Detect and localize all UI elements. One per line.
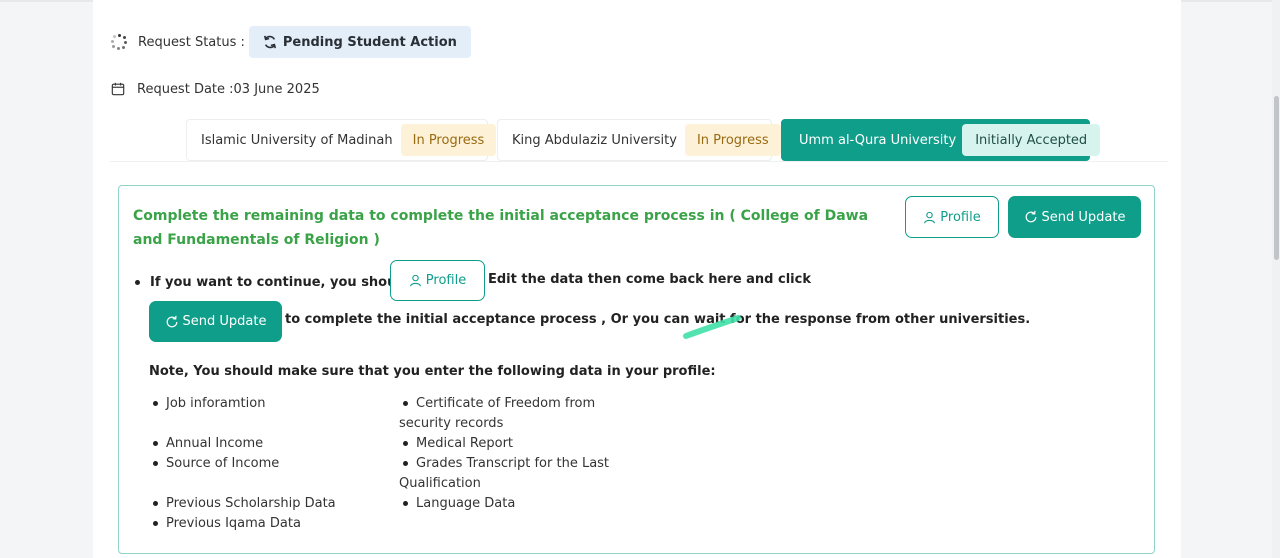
- scrollbar-track[interactable]: [1272, 0, 1280, 558]
- university-tab-king-abdulaziz[interactable]: King Abdulaziz University In Progress: [497, 119, 781, 161]
- required-item: Annual Income: [153, 434, 263, 454]
- loading-spinner-icon: [111, 34, 127, 50]
- acceptance-panel: Complete the remaining data to complete …: [118, 185, 1155, 554]
- required-item: Certificate of Freedom from security rec…: [399, 396, 596, 431]
- user-icon: [409, 274, 421, 287]
- send-update-button-label: Send Update: [1041, 209, 1126, 225]
- inline-profile-button[interactable]: Profile: [390, 260, 485, 301]
- status-badge: In Progress: [684, 124, 781, 156]
- required-item: Previous Scholarship Data: [153, 494, 336, 514]
- instruction-text-part2: Edit the data then come back here and cl…: [488, 272, 811, 287]
- user-icon: [924, 211, 936, 223]
- panel-title: Complete the remaining data to complete …: [133, 208, 869, 248]
- required-item: Language Data: [399, 494, 515, 514]
- required-item: Medical Report: [399, 434, 513, 454]
- inline-send-update-button-label: Send Update: [182, 314, 267, 329]
- university-name: Umm al-Qura University: [799, 132, 957, 148]
- refresh-icon: [1025, 210, 1036, 223]
- status-badge: Pending Student Action: [248, 26, 471, 58]
- tabs-divider: [110, 161, 1168, 162]
- request-status-label: Request Status :: [138, 34, 245, 50]
- highlight-mark: [683, 315, 741, 339]
- refresh-icon: [263, 35, 276, 49]
- scrollbar-thumb[interactable]: [1274, 96, 1279, 260]
- required-item: Grades Transcript for the Last Qualifica…: [399, 456, 610, 491]
- university-tab-madinah[interactable]: Islamic University of Madinah In Progres…: [186, 119, 497, 161]
- university-name: King Abdulaziz University: [512, 132, 677, 148]
- send-update-button[interactable]: Send Update: [1008, 196, 1141, 238]
- profile-button-label: Profile: [940, 209, 981, 225]
- university-tab-umm-al-qura[interactable]: Umm al-Qura University Initially Accepte…: [781, 119, 1101, 161]
- inline-profile-button-label: Profile: [425, 273, 467, 288]
- request-date-label: Request Date :03 June 2025: [137, 81, 320, 97]
- status-badge-text: Pending Student Action: [282, 34, 457, 50]
- calendar-icon: [111, 82, 125, 96]
- profile-note: Note, You should make sure that you ente…: [149, 364, 716, 379]
- inline-send-update-button[interactable]: Send Update: [149, 301, 282, 342]
- status-badge: In Progress: [400, 124, 497, 156]
- request-date-row: Request Date :03 June 2025: [111, 79, 320, 99]
- required-item: Job inforamtion: [153, 394, 265, 414]
- required-item: Previous Iqama Data: [153, 514, 301, 534]
- university-name: Islamic University of Madinah: [201, 132, 393, 148]
- instruction-text-part3: to complete the initial acceptance proce…: [285, 312, 1031, 327]
- request-date-value: 03 June 2025: [233, 81, 320, 97]
- refresh-icon: [166, 315, 177, 327]
- bullet-icon: [135, 279, 140, 285]
- profile-button[interactable]: Profile: [905, 196, 999, 238]
- required-item: Source of Income: [153, 454, 279, 474]
- request-status-row: Request Status : Pending Student Action: [111, 26, 471, 58]
- status-badge: Initially Accepted: [962, 124, 1101, 156]
